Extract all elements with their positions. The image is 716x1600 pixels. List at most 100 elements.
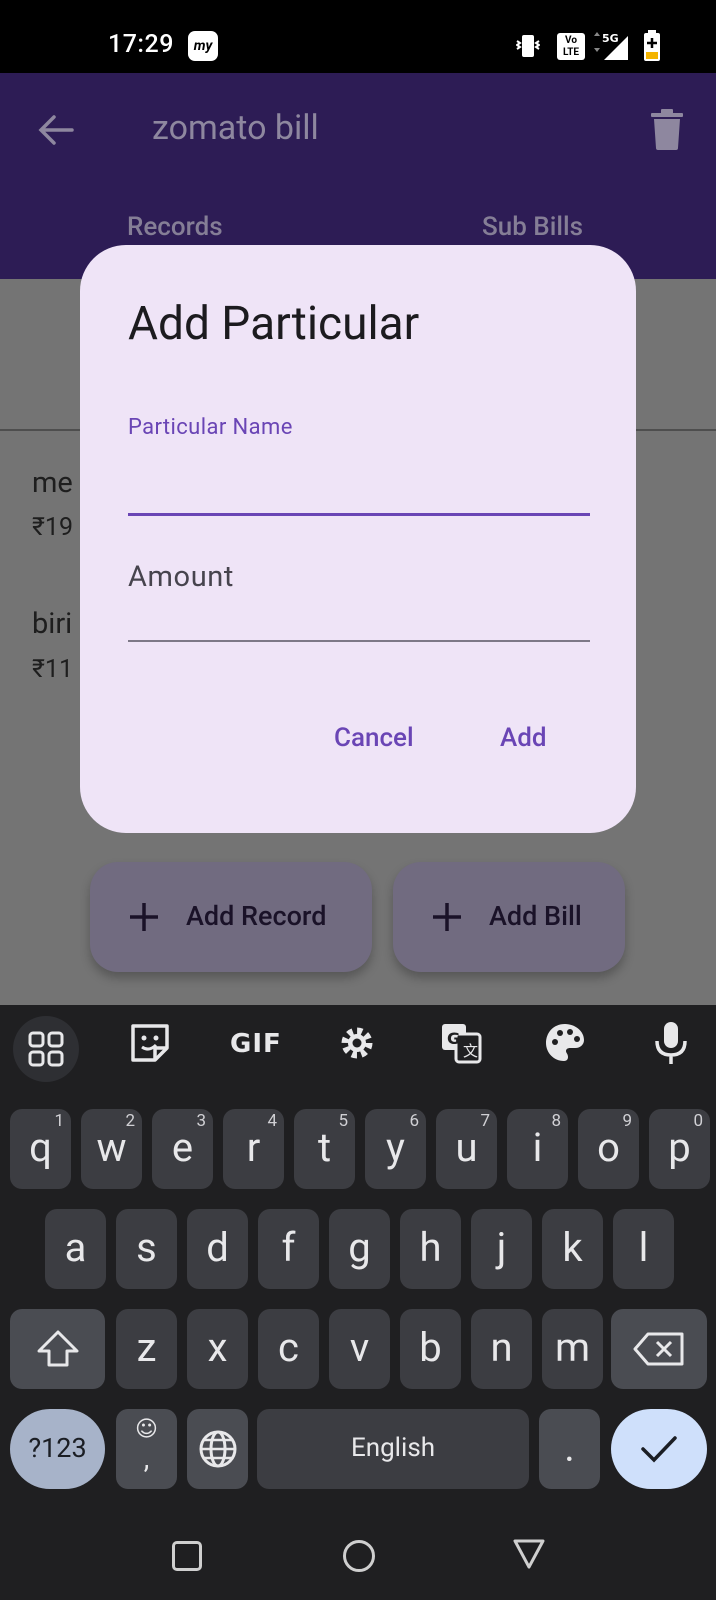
key-hint: 8 [551, 1111, 561, 1131]
key-v-label: v [349, 1324, 370, 1371]
key-r[interactable]: r4 [223, 1109, 284, 1189]
shift-icon [37, 1330, 78, 1367]
translate-icon[interactable]: G 文 [436, 1018, 486, 1068]
svg-text:G: G [447, 1029, 460, 1048]
back-arrow-icon[interactable] [36, 110, 76, 150]
key-l-label: l [638, 1224, 649, 1271]
space-key[interactable]: English [257, 1409, 529, 1489]
particular-name-label: Particular Name [128, 415, 293, 440]
key-n-label: n [490, 1324, 513, 1371]
key-b[interactable]: b [400, 1309, 461, 1389]
key-f[interactable]: f [258, 1209, 319, 1289]
add-record-button[interactable]: Add Record [90, 862, 372, 972]
key-r-label: r [246, 1124, 261, 1171]
key-q-label: q [29, 1124, 52, 1171]
key-c-label: c [278, 1324, 299, 1371]
battery-icon [644, 30, 660, 61]
record-name[interactable]: me [32, 466, 73, 500]
key-i[interactable]: i8 [507, 1109, 568, 1189]
svg-text:文: 文 [463, 1042, 478, 1060]
key-hint: 4 [267, 1111, 277, 1131]
tab-sub-bills[interactable]: Sub Bills [482, 212, 583, 242]
amount-input[interactable]: Amount [128, 560, 234, 594]
checkmark-icon [641, 1436, 677, 1463]
key-g-label: g [348, 1224, 371, 1271]
key-d-label: d [206, 1224, 229, 1271]
record-amount: ₹19 [32, 513, 74, 542]
key-e[interactable]: e3 [152, 1109, 213, 1189]
key-g[interactable]: g [329, 1209, 390, 1289]
add-particular-dialog: Add Particular Particular Name Amount Ca… [80, 245, 636, 833]
emoji-comma-key[interactable]: ☺, [116, 1409, 177, 1489]
key-l[interactable]: l [613, 1209, 674, 1289]
key-n[interactable]: n [471, 1309, 532, 1389]
key-hint: 6 [409, 1111, 419, 1131]
key-q[interactable]: q1 [10, 1109, 71, 1189]
key-p[interactable]: p0 [649, 1109, 710, 1189]
back-nav-icon[interactable] [512, 1538, 546, 1570]
apps-grid-icon [28, 1031, 64, 1067]
key-z-label: z [136, 1324, 157, 1371]
cancel-button[interactable]: Cancel [334, 723, 414, 753]
key-h-label: h [419, 1224, 442, 1271]
palette-icon[interactable] [540, 1018, 590, 1068]
key-u[interactable]: u7 [436, 1109, 497, 1189]
key-o[interactable]: o9 [578, 1109, 639, 1189]
key-d[interactable]: d [187, 1209, 248, 1289]
key-s[interactable]: s [116, 1209, 177, 1289]
key-v[interactable]: v [329, 1309, 390, 1389]
add-record-label: Add Record [186, 900, 327, 932]
volte-icon: Vo LTE [557, 33, 585, 60]
particular-name-input[interactable] [128, 445, 590, 515]
language-key[interactable] [187, 1409, 248, 1489]
key-x[interactable]: x [187, 1309, 248, 1389]
emoji-icon: ☺ [135, 1417, 158, 1442]
plus-icon [130, 903, 158, 931]
key-hint: 3 [196, 1111, 206, 1131]
add-bill-button[interactable]: Add Bill [393, 862, 625, 972]
key-w[interactable]: w2 [81, 1109, 142, 1189]
key-f-label: f [281, 1224, 296, 1271]
vibrate-icon [516, 35, 540, 57]
period-key[interactable]: . [539, 1409, 600, 1489]
key-t[interactable]: t5 [294, 1109, 355, 1189]
symbols-key[interactable]: ?123 [10, 1409, 105, 1489]
gif-button[interactable]: GIF [230, 1029, 282, 1059]
key-h[interactable]: h [400, 1209, 461, 1289]
key-m[interactable]: m [542, 1309, 603, 1389]
status-bar: 17:29 my Vo LTE 5G [0, 0, 716, 73]
space-key-label: English [350, 1433, 436, 1463]
dialog-title: Add Particular [128, 297, 420, 351]
recents-button[interactable] [172, 1541, 202, 1571]
key-k[interactable]: k [542, 1209, 603, 1289]
key-e-label: e [171, 1124, 194, 1171]
enter-key[interactable] [611, 1409, 707, 1489]
tab-records[interactable]: Records [127, 212, 223, 242]
key-j[interactable]: j [471, 1209, 532, 1289]
settings-icon[interactable] [332, 1018, 382, 1068]
key-c[interactable]: c [258, 1309, 319, 1389]
key-hint: 2 [125, 1111, 135, 1131]
microphone-icon[interactable] [646, 1018, 696, 1068]
signal-5g-icon: 5G [594, 32, 628, 60]
key-o-label: o [597, 1124, 620, 1171]
add-button[interactable]: Add [500, 723, 547, 753]
key-a[interactable]: a [45, 1209, 106, 1289]
network-label: 5G [602, 32, 619, 45]
key-hint: 0 [693, 1111, 703, 1131]
delete-icon[interactable] [650, 108, 684, 150]
amount-underline [128, 640, 590, 642]
home-button[interactable] [343, 1540, 375, 1572]
status-time: 17:29 [108, 30, 174, 59]
key-y[interactable]: y6 [365, 1109, 426, 1189]
page-title: zomato bill [152, 108, 319, 148]
backspace-key[interactable] [611, 1309, 707, 1389]
key-hint: 7 [480, 1111, 490, 1131]
sticker-icon[interactable] [125, 1018, 175, 1068]
shift-key[interactable] [10, 1309, 105, 1389]
plus-icon [433, 903, 461, 931]
key-z[interactable]: z [116, 1309, 177, 1389]
symbols-key-label: ?123 [28, 1432, 87, 1464]
key-s-label: s [136, 1224, 157, 1271]
record-name[interactable]: biri [32, 607, 72, 641]
